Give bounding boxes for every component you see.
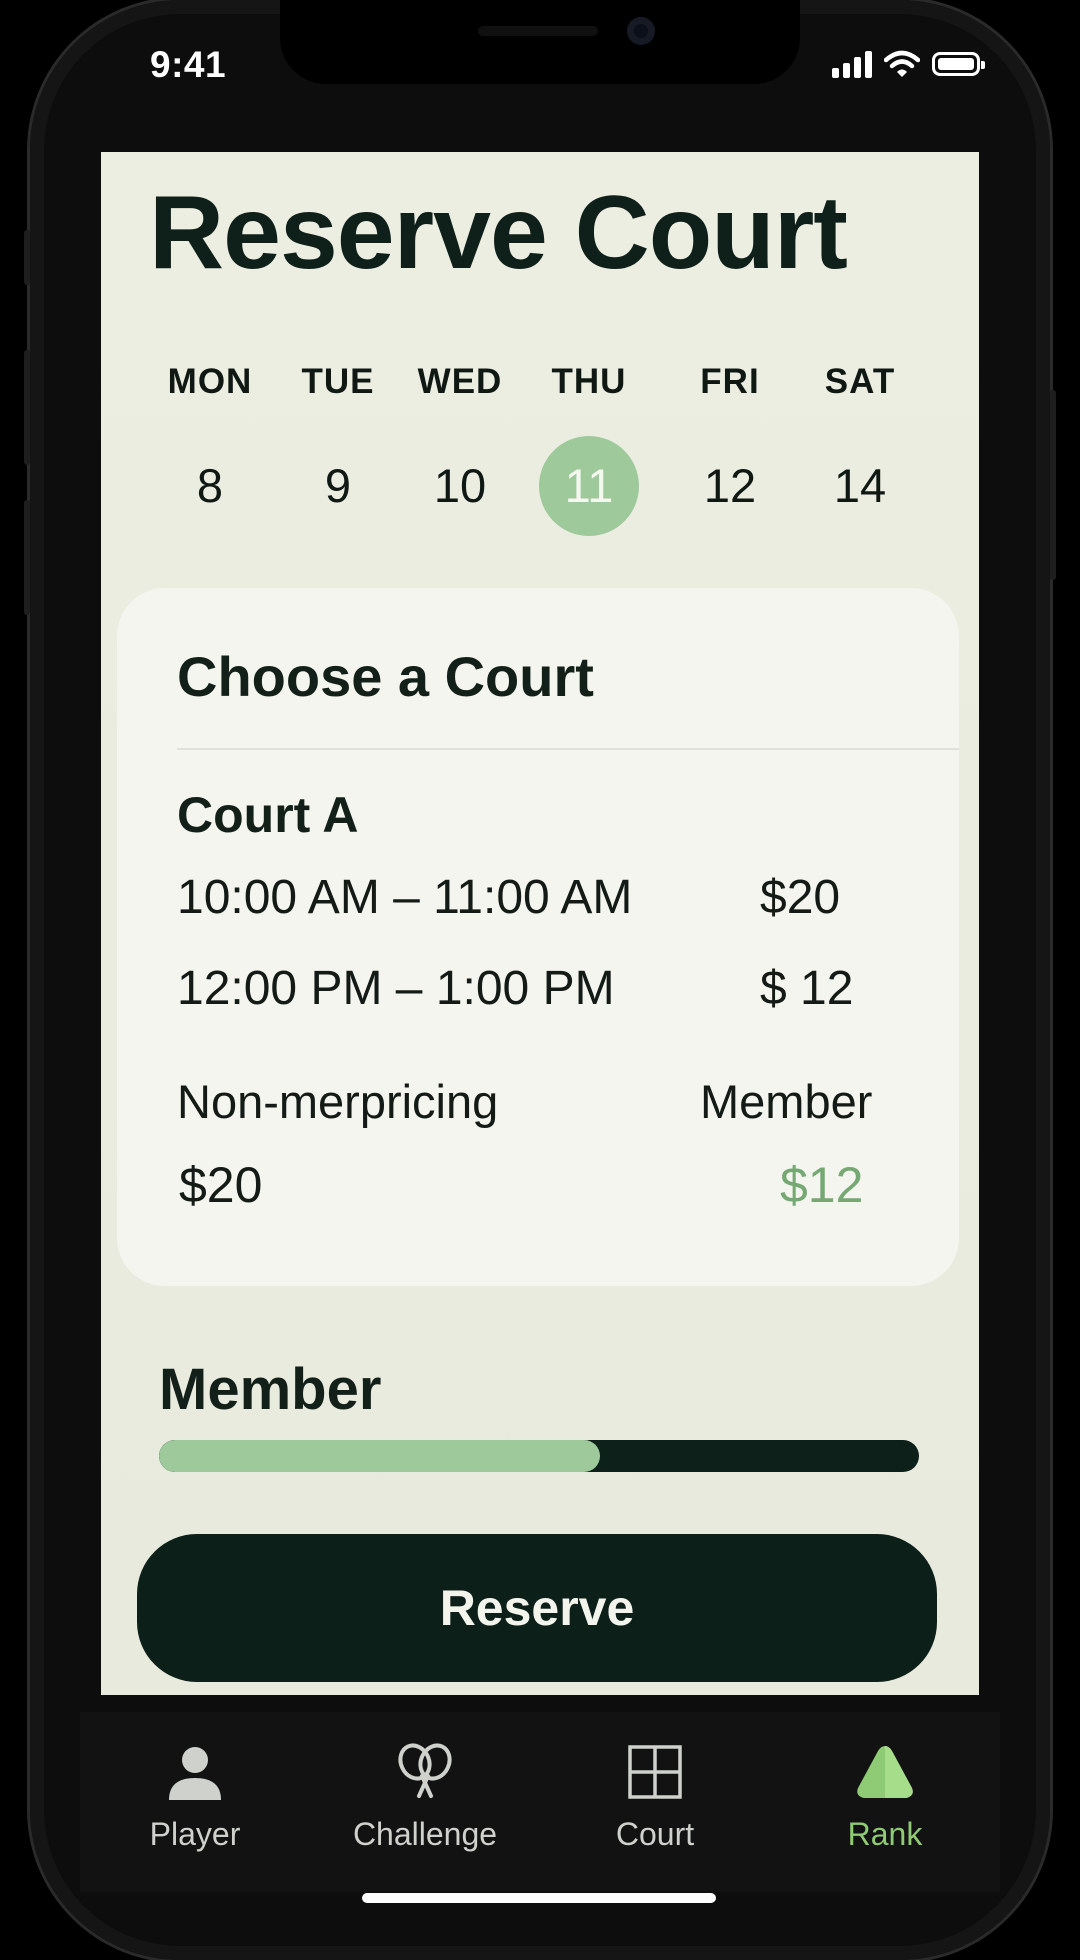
membership-label: Member [159,1357,382,1422]
membership-progress-fill [159,1440,600,1472]
tab-label: Player [149,1816,241,1852]
person-icon [169,1747,221,1800]
reserve-court-screen: Reserve Court MON 8 TUE 9 WED 10 THU 11 … [101,152,979,1695]
time-slot[interactable]: 10:00 AM – 11:00 AM $20 [177,870,877,930]
front-camera [627,17,655,45]
tab-rank[interactable]: Rank [770,1712,1000,1872]
reserve-button[interactable]: Reserve [137,1534,937,1682]
court-name: Court A [177,787,359,843]
mute-switch [24,230,30,285]
slot-time: 10:00 AM – 11:00 AM [177,871,633,924]
card-title: Choose a Court [177,645,594,708]
day-name: TUE [301,362,375,401]
date-selector: MON 8 TUE 9 WED 10 THU 11 FRI 12 SAT 14 [101,362,979,562]
wifi-icon [884,50,920,77]
tab-label: Challenge [352,1816,498,1852]
volume-down-button [24,500,30,615]
membership-progress-bar [159,1440,919,1472]
page-title: Reserve Court [149,175,848,291]
day-mon[interactable]: MON 8 [150,362,270,536]
tab-player[interactable]: Player [80,1712,310,1872]
notch [280,0,800,84]
tab-court[interactable]: Court [540,1712,770,1872]
day-thu-selected[interactable]: THU 11 [529,362,649,536]
day-sat[interactable]: SAT 14 [800,362,920,536]
day-name: FRI [700,362,760,401]
power-button [1050,390,1056,580]
tab-label: Court [615,1816,695,1852]
battery-icon [932,52,985,76]
speaker [478,26,598,36]
day-wed[interactable]: WED 10 [400,362,520,536]
day-number: 12 [703,459,757,512]
slot-price: $ 12 [760,962,854,1015]
day-name: WED [417,362,503,401]
choose-court-card: Choose a Court Court A 10:00 AM – 11:00 … [117,588,959,1286]
time-slot[interactable]: 12:00 PM – 1:00 PM $ 12 [177,961,877,1021]
tab-label: Rank [847,1816,923,1852]
home-indicator [362,1893,716,1903]
day-name: SAT [824,362,896,401]
day-name: MON [167,362,253,401]
bottom-tab-bar: Player Challenge Court Rank [80,1712,1000,1892]
day-number: 8 [196,459,224,512]
day-number: 9 [324,459,352,512]
volume-up-button [24,350,30,465]
cellular-signal-icon [832,50,872,78]
day-number: 14 [833,459,887,512]
non-member-price: $20 [179,1157,263,1213]
day-number: 10 [433,459,487,512]
day-fri[interactable]: FRI 12 [670,362,790,536]
tab-challenge[interactable]: Challenge [310,1712,540,1872]
member-pricing-label: Member [700,1075,873,1128]
day-name: THU [551,362,627,401]
member-price: $12 [780,1157,864,1213]
divider [177,748,959,750]
slot-time: 12:00 PM – 1:00 PM [177,962,615,1015]
triangle-icon [857,1746,913,1798]
status-time: 9:41 [150,44,227,85]
status-icons [832,50,985,78]
non-member-pricing-label: Non-merpricing [177,1075,499,1128]
day-tue[interactable]: TUE 9 [278,362,398,536]
slot-price: $20 [760,871,841,924]
rackets-icon [398,1743,452,1798]
court-grid-icon [628,1745,682,1799]
day-number: 11 [539,436,639,536]
